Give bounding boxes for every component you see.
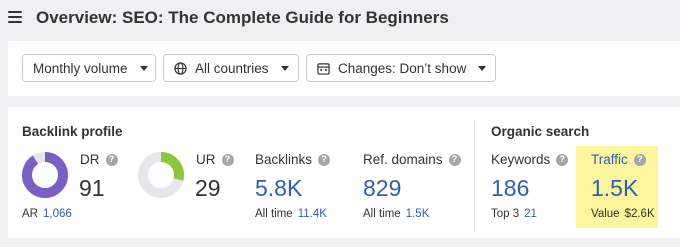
monthly-volume-label: Monthly volume	[33, 60, 128, 76]
ref-domains-alltime-label: All time	[363, 208, 401, 220]
ur-metric: UR ?	[196, 152, 234, 167]
keywords-top3-link[interactable]: 21	[524, 208, 537, 220]
backlinks-label: Backlinks	[255, 152, 313, 167]
filter-bar: Monthly volume All countries Changes: Do…	[8, 41, 680, 96]
backlinks-value-link[interactable]: 5.8K	[255, 175, 302, 202]
organic-search-title: Organic search	[491, 124, 590, 139]
keywords-top3-row: Top 3 21	[491, 208, 537, 220]
page-header: Overview: SEO: The Complete Guide for Be…	[0, 0, 680, 38]
changes-dropdown[interactable]: Changes: Don’t show	[306, 54, 496, 82]
changes-label: Changes: Don’t show	[338, 60, 467, 76]
traffic-label-link[interactable]: Traffic	[591, 152, 628, 167]
backlinks-alltime-link[interactable]: 11.4K	[298, 208, 327, 220]
traffic-value-link[interactable]: 1.5K	[591, 175, 638, 202]
monthly-volume-dropdown[interactable]: Monthly volume	[22, 54, 156, 82]
calendar-icon	[317, 62, 330, 75]
ref-domains-metric: Ref. domains ?	[363, 152, 461, 167]
keywords-label: Keywords	[491, 152, 551, 167]
traffic-metric: Traffic ?	[591, 152, 646, 167]
traffic-value-label: Value	[591, 208, 620, 220]
help-icon[interactable]: ?	[633, 153, 646, 166]
traffic-money-value: $2.6K	[624, 208, 655, 220]
hamburger-menu-icon[interactable]	[8, 11, 22, 23]
country-dropdown[interactable]: All countries	[163, 54, 299, 82]
keywords-metric: Keywords ?	[491, 152, 569, 167]
ar-value-link[interactable]: 1,066	[43, 208, 72, 220]
ref-domains-value-link[interactable]: 829	[363, 175, 401, 202]
keywords-value-link[interactable]: 186	[491, 175, 529, 202]
page-title: Overview: SEO: The Complete Guide for Be…	[36, 8, 449, 27]
help-icon[interactable]: ?	[105, 153, 118, 166]
dr-value: 91	[79, 175, 105, 201]
dr-gauge	[22, 152, 68, 198]
backlinks-metric: Backlinks ?	[255, 152, 331, 167]
dr-metric: DR ?	[80, 152, 118, 167]
help-icon[interactable]: ?	[448, 153, 461, 166]
chevron-down-icon	[139, 65, 148, 71]
section-divider	[474, 122, 475, 230]
traffic-value-row: Value $2.6K	[591, 208, 655, 220]
help-icon[interactable]: ?	[556, 153, 569, 166]
ur-gauge	[138, 152, 184, 198]
keywords-top3-label: Top 3	[491, 208, 520, 220]
backlinks-alltime-label: All time	[255, 208, 293, 220]
ar-row: AR 1,066	[22, 208, 72, 220]
ref-domains-alltime-row: All time 1.5K	[363, 208, 429, 220]
help-icon[interactable]: ?	[318, 153, 331, 166]
dr-label: DR	[80, 152, 100, 167]
ar-label: AR	[22, 208, 38, 220]
backlinks-alltime-row: All time 11.4K	[255, 208, 327, 220]
stats-panel: Backlink profile DR ? 91 AR 1,066 UR ? 29…	[8, 107, 680, 238]
help-icon[interactable]: ?	[221, 153, 234, 166]
ur-value: 29	[195, 175, 221, 201]
globe-icon	[174, 61, 187, 75]
country-label: All countries	[195, 60, 269, 76]
ref-domains-label: Ref. domains	[363, 152, 443, 167]
backlink-profile-title: Backlink profile	[22, 124, 123, 139]
ur-label: UR	[196, 152, 216, 167]
ref-domains-alltime-link[interactable]: 1.5K	[406, 208, 430, 220]
chevron-down-icon	[478, 65, 487, 71]
chevron-down-icon	[280, 65, 289, 71]
dr-gauge-arc	[22, 152, 68, 198]
